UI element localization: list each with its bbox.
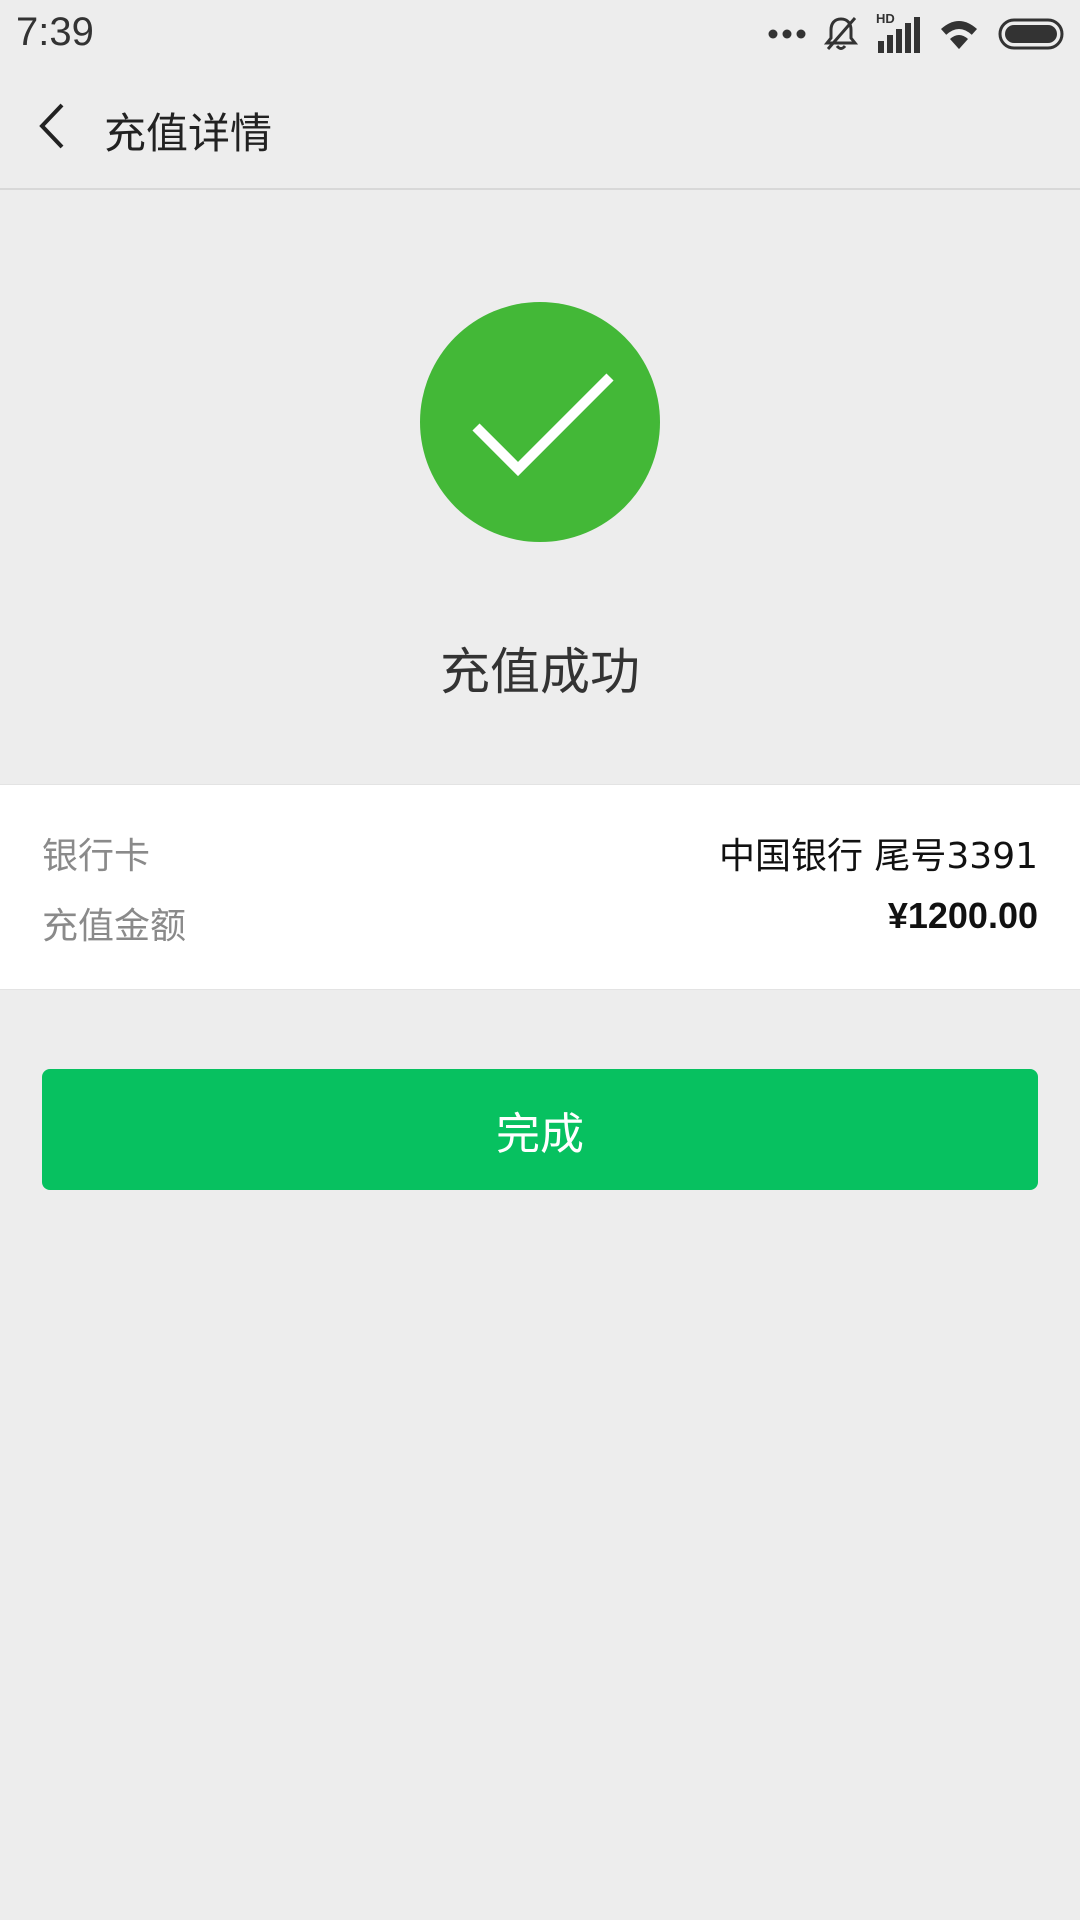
bell-off-icon	[824, 16, 858, 52]
status-bar: 7:39 HD	[0, 0, 1080, 68]
wifi-icon	[938, 17, 980, 51]
hd-signal-icon: HD	[876, 11, 920, 53]
check-circle-icon	[420, 302, 660, 542]
status-icons: HD	[768, 11, 1064, 54]
done-button[interactable]: 完成	[42, 1069, 1038, 1190]
bank-card-value: 中国银行 尾号3391	[718, 836, 1038, 877]
amount-value: ¥1200.00	[887, 895, 1038, 936]
done-button-label: 完成	[496, 1108, 584, 1160]
page-title: 充值详情	[104, 109, 273, 158]
nav-bar: 充值详情	[0, 68, 1080, 190]
more-dots-icon	[768, 28, 806, 40]
chevron-left-icon	[34, 101, 68, 155]
bank-card-label: 银行卡	[42, 836, 151, 877]
back-button[interactable]	[26, 96, 76, 160]
details-card: 银行卡 中国银行 尾号3391 充值金额 ¥1200.00	[0, 784, 1080, 990]
battery-icon	[998, 18, 1064, 50]
success-message: 充值成功	[440, 643, 640, 701]
status-time: 7:39	[16, 10, 94, 54]
amount-label: 充值金额	[42, 906, 187, 947]
